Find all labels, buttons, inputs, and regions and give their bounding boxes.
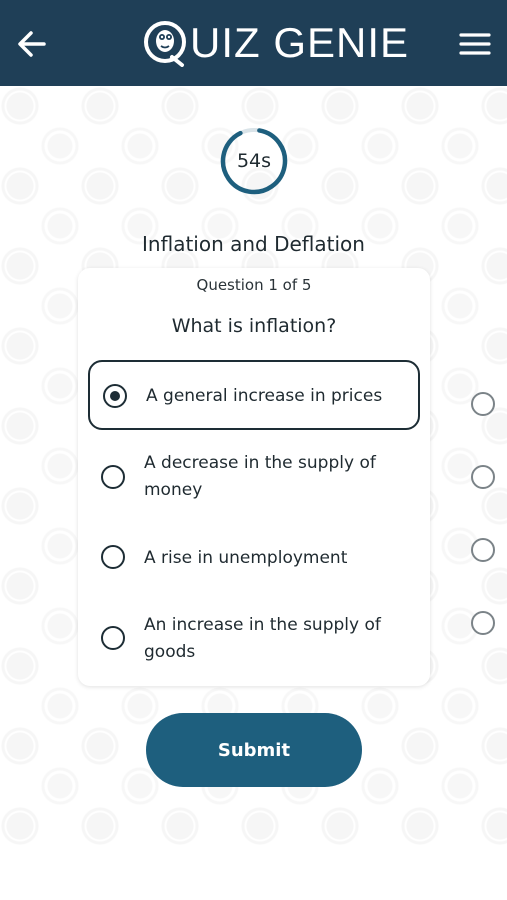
answer-option-label: A rise in unemployment bbox=[144, 548, 348, 568]
app-logo: UIZ GENIE bbox=[142, 18, 409, 68]
timer-label: 54s bbox=[236, 150, 272, 172]
question-text: What is inflation? bbox=[171, 315, 337, 337]
answer-option-2[interactable]: A decrease in the supply of money bbox=[88, 450, 420, 510]
radio-button[interactable] bbox=[101, 545, 125, 569]
radio-button[interactable] bbox=[101, 465, 125, 489]
arrow-left-icon bbox=[18, 31, 46, 57]
countdown-timer: 54s bbox=[219, 126, 289, 196]
back-button[interactable] bbox=[14, 26, 50, 62]
side-radio-3[interactable] bbox=[471, 538, 495, 562]
menu-button[interactable] bbox=[457, 26, 493, 62]
question-counter: Question 1 of 5 bbox=[196, 276, 312, 294]
radio-button[interactable] bbox=[103, 384, 127, 408]
answer-option-label: A decrease in the supply of money bbox=[144, 453, 376, 500]
radio-button[interactable] bbox=[101, 626, 125, 650]
hamburger-menu-icon bbox=[459, 33, 491, 55]
genie-q-logo-icon bbox=[144, 21, 186, 67]
answer-option-label: An increase in the supply of goods bbox=[144, 615, 381, 662]
side-radio-1[interactable] bbox=[471, 392, 495, 416]
radio-selected-dot bbox=[110, 391, 120, 401]
answer-option-label: A general increase in prices bbox=[146, 386, 383, 406]
app-title: UIZ GENIE bbox=[190, 19, 410, 66]
submit-button[interactable]: Submit bbox=[146, 713, 362, 787]
quiz-title: Inflation and Deflation bbox=[142, 232, 365, 256]
answer-option-1[interactable]: A general increase in prices bbox=[88, 360, 420, 430]
answer-option-4[interactable]: An increase in the supply of goods bbox=[88, 612, 420, 672]
side-radio-2[interactable] bbox=[471, 465, 495, 489]
answer-option-3[interactable]: A rise in unemployment bbox=[88, 541, 420, 577]
app-header: UIZ GENIE bbox=[0, 0, 507, 86]
side-radio-4[interactable] bbox=[471, 611, 495, 635]
bottom-area bbox=[0, 846, 507, 900]
